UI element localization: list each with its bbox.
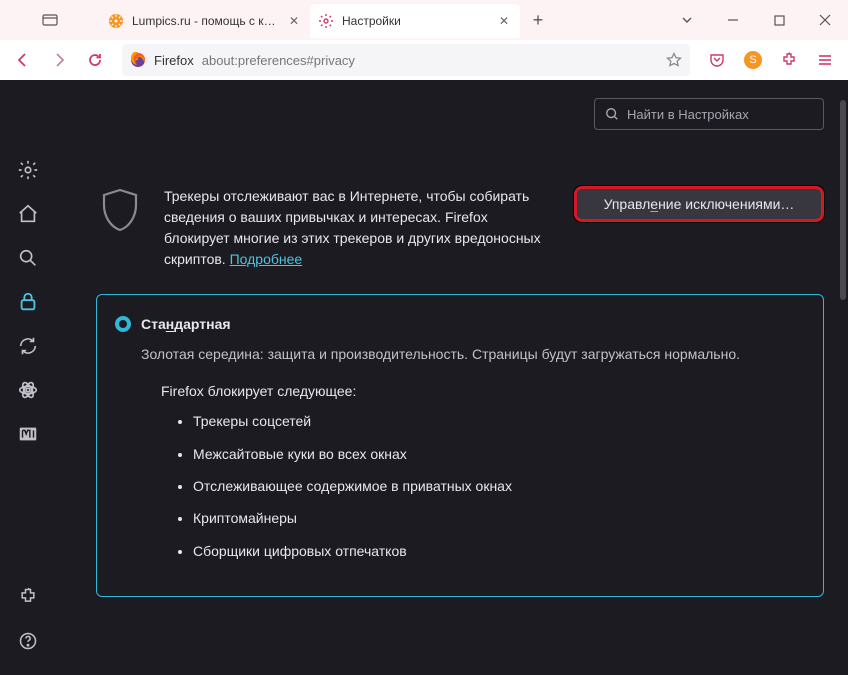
titlebar: Lumpics.ru - помощь с компь ✕ Настройки … <box>0 0 848 40</box>
tracking-intro: Трекеры отслеживают вас в Интернете, что… <box>164 186 554 270</box>
tab-label: Настройки <box>342 14 488 28</box>
experiments-icon[interactable] <box>8 370 48 410</box>
protection-level-card: Стандартная Золотая середина: защита и п… <box>96 294 824 597</box>
list-item: Отслеживающее содержимое в приватных окн… <box>193 475 797 497</box>
profile-button[interactable]: S <box>736 44 770 76</box>
option-title: Стандартная <box>141 313 231 335</box>
url-text: about:preferences#privacy <box>202 53 355 68</box>
search-icon <box>605 107 619 121</box>
pocket-icon[interactable] <box>700 44 734 76</box>
tab-lumpics[interactable]: Lumpics.ru - помощь с компь ✕ <box>100 4 310 38</box>
shield-icon <box>96 186 144 234</box>
tab-settings[interactable]: Настройки ✕ <box>310 4 520 38</box>
addons-icon[interactable] <box>8 577 48 617</box>
search-icon[interactable] <box>8 238 48 278</box>
tab-label: Lumpics.ru - помощь с компь <box>132 14 278 28</box>
menu-button[interactable] <box>808 44 842 76</box>
new-tab-button[interactable]: + <box>520 0 556 40</box>
content-area: Найти в Настройках Трекеры отслеживают в… <box>0 80 848 675</box>
extensions-icon[interactable] <box>772 44 806 76</box>
chevron-down-icon[interactable] <box>664 0 710 40</box>
gear-icon <box>318 13 334 29</box>
list-item: Трекеры соцсетей <box>193 410 797 432</box>
list-item: Межсайтовые куки во всех окнах <box>193 443 797 465</box>
scrollbar[interactable] <box>840 100 846 300</box>
sync-icon[interactable] <box>8 326 48 366</box>
back-button[interactable] <box>6 44 40 76</box>
forward-button[interactable] <box>42 44 76 76</box>
manage-exceptions-button[interactable]: Управление исключениями… <box>574 186 824 222</box>
search-placeholder: Найти в Настройках <box>627 107 749 122</box>
list-item: Криптомайнеры <box>193 507 797 529</box>
close-icon[interactable]: ✕ <box>496 13 512 29</box>
blocks-label: Firefox блокирует следующее: <box>161 380 797 402</box>
standard-option[interactable]: Стандартная <box>115 313 797 335</box>
main-content: Найти в Настройках Трекеры отслеживают в… <box>56 80 848 675</box>
firefox-icon <box>130 52 146 68</box>
urlbar[interactable]: Firefox about:preferences#privacy <box>122 44 690 76</box>
toolbar: Firefox about:preferences#privacy S <box>0 40 848 80</box>
settings-search[interactable]: Найти в Настройках <box>594 98 824 130</box>
more-from-mozilla-icon[interactable] <box>8 414 48 454</box>
category-rail <box>0 80 56 675</box>
option-description: Золотая середина: защита и производитель… <box>141 343 797 365</box>
list-item: Сборщики цифровых отпечатков <box>193 540 797 562</box>
help-icon[interactable] <box>8 621 48 661</box>
blocked-list: Трекеры соцсетей Межсайтовые куки во все… <box>193 410 797 562</box>
close-window-button[interactable] <box>802 0 848 40</box>
general-icon[interactable] <box>8 150 48 190</box>
minimize-button[interactable] <box>710 0 756 40</box>
site-icon <box>108 13 124 29</box>
radio-selected-icon <box>115 316 131 332</box>
identity-label: Firefox <box>154 53 194 68</box>
privacy-icon[interactable] <box>8 282 48 322</box>
list-all-tabs-button[interactable] <box>0 0 100 40</box>
reload-button[interactable] <box>78 44 112 76</box>
home-icon[interactable] <box>8 194 48 234</box>
close-icon[interactable]: ✕ <box>286 13 302 29</box>
learn-more-link[interactable]: Подробнее <box>230 251 303 267</box>
maximize-button[interactable] <box>756 0 802 40</box>
star-icon[interactable] <box>666 52 682 68</box>
